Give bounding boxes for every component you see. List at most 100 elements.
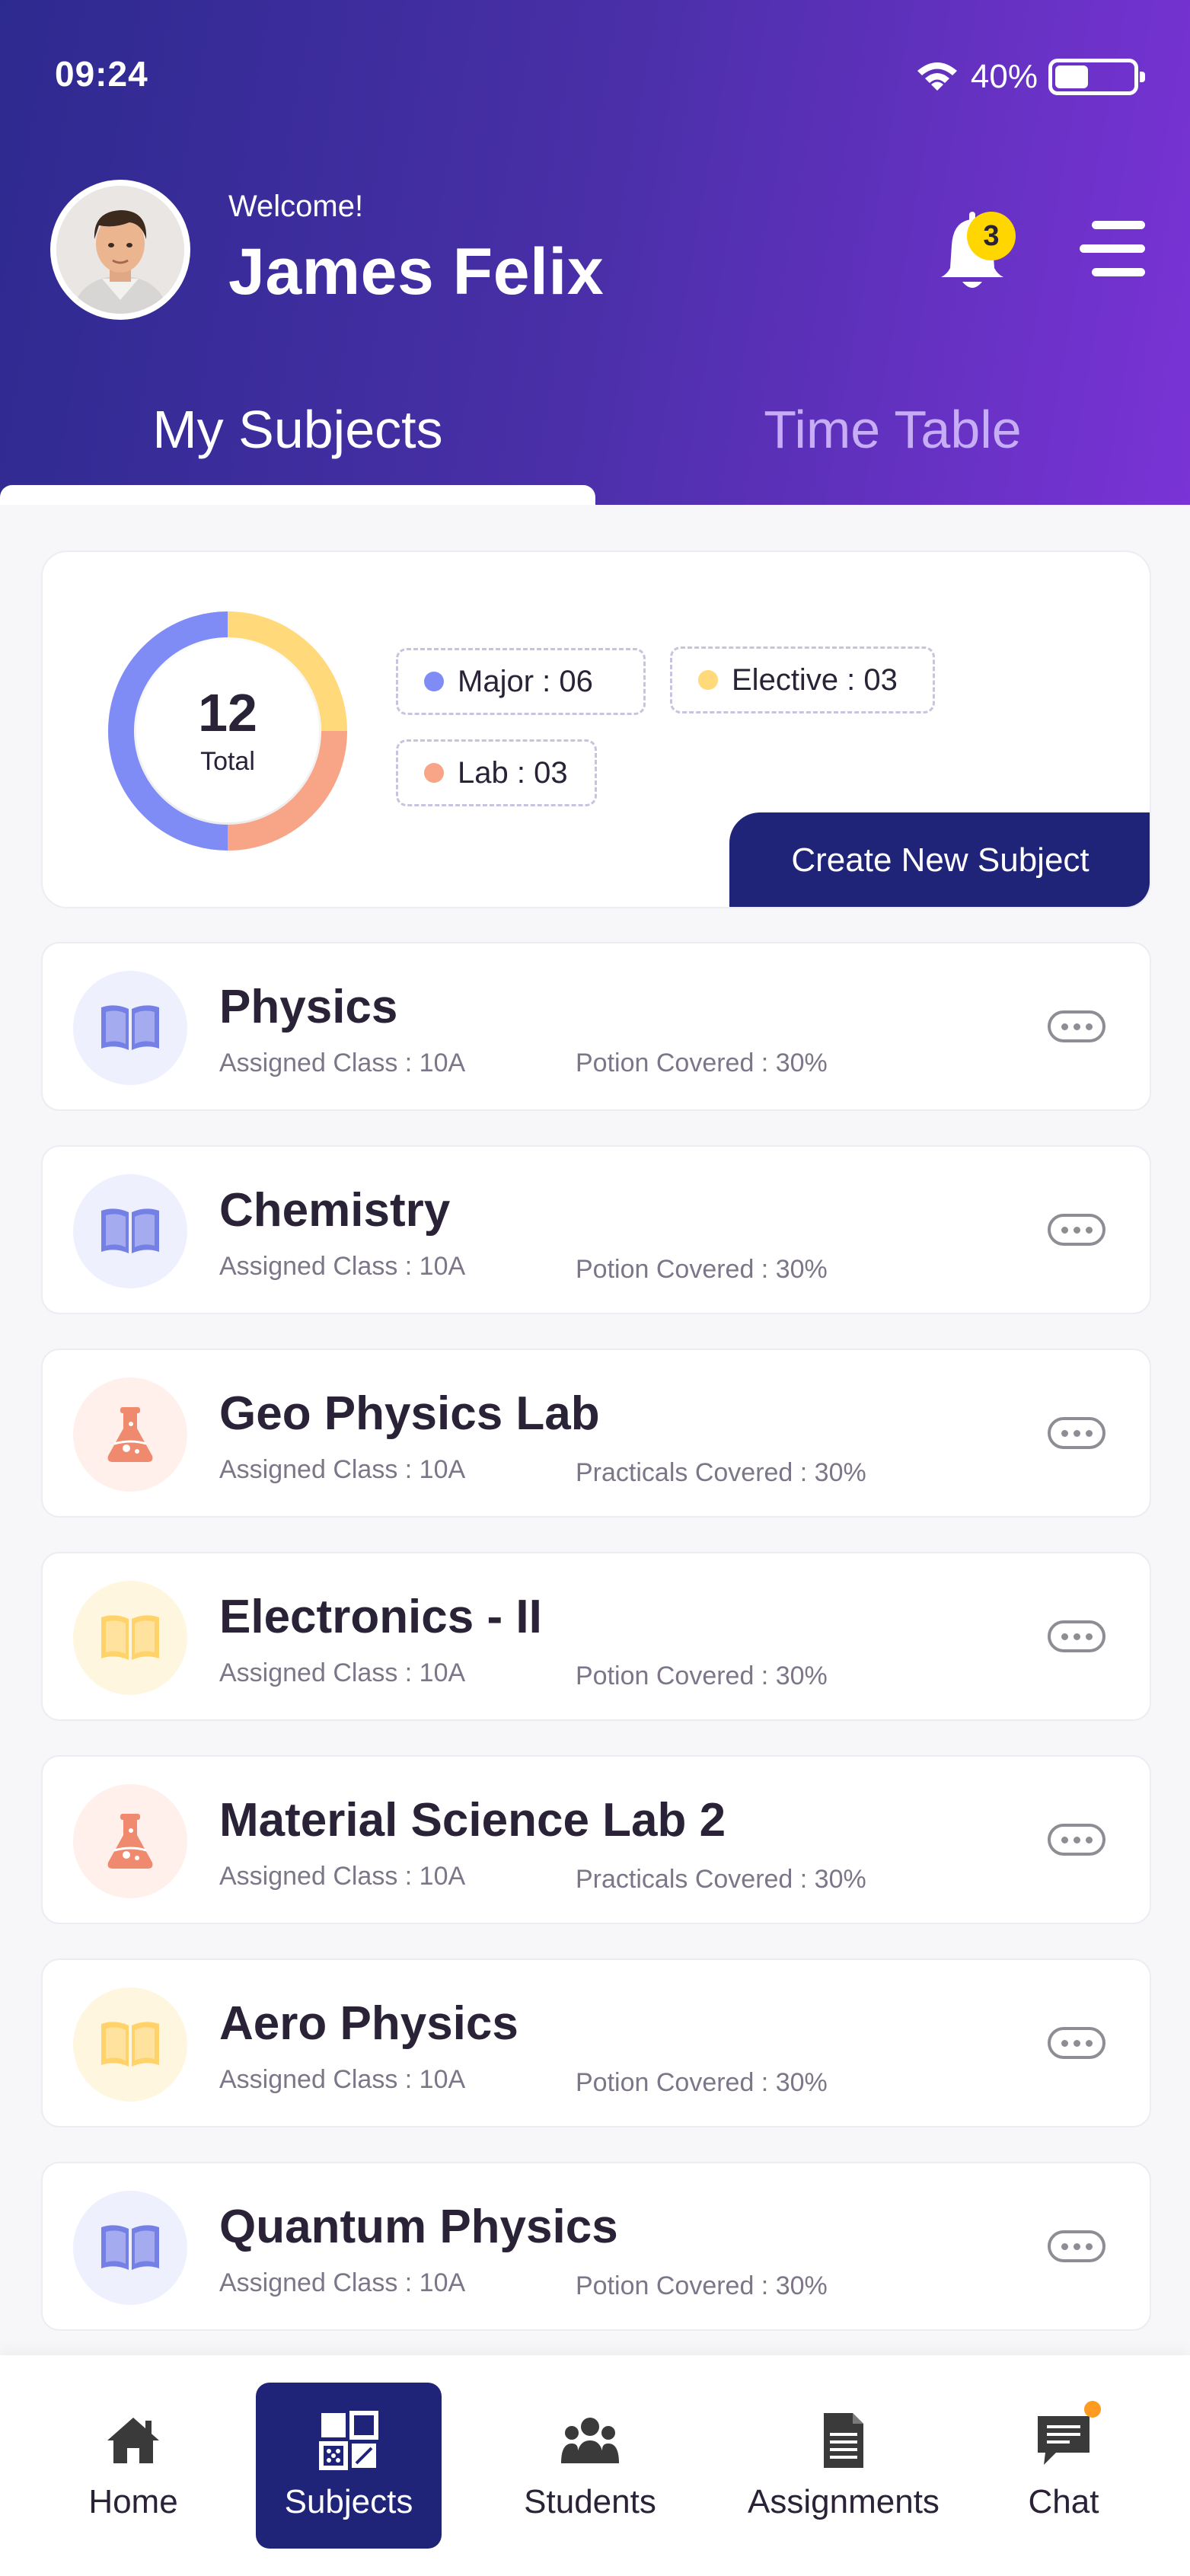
subject-card[interactable]: Material Science Lab 2 Assigned Class : … bbox=[41, 1755, 1151, 1924]
nav-students-label: Students bbox=[524, 2483, 656, 2520]
subjects-donut-chart: 12 Total bbox=[97, 601, 358, 861]
welcome-text: Welcome! bbox=[228, 190, 364, 223]
subject-assigned-class: Assigned Class : 10A bbox=[219, 1252, 466, 1281]
chat-notification-dot bbox=[1084, 2401, 1101, 2418]
home-icon bbox=[107, 2418, 159, 2463]
avatar-portrait-icon bbox=[56, 186, 184, 314]
book-icon bbox=[101, 2225, 159, 2270]
subject-assigned-class: Assigned Class : 10A bbox=[219, 1455, 466, 1484]
legend-major: Major : 06 bbox=[396, 648, 646, 715]
nav-home-label: Home bbox=[88, 2483, 178, 2520]
subject-card[interactable]: Chemistry Assigned Class : 10A Potion Co… bbox=[41, 1145, 1151, 1314]
nav-assignments-label: Assignments bbox=[748, 2483, 940, 2520]
subject-card[interactable]: Aero Physics Assigned Class : 10A Potion… bbox=[41, 1958, 1151, 2128]
legend-lab: Lab : 03 bbox=[396, 739, 597, 806]
subject-progress: Potion Covered : 30% bbox=[576, 2271, 828, 2300]
subject-name: Aero Physics bbox=[219, 1997, 518, 2050]
subjects-icon bbox=[319, 2411, 378, 2470]
subjects-summary-card: 12 Total Major : 06 Elective : 03 Lab : … bbox=[41, 551, 1151, 908]
avatar[interactable] bbox=[50, 180, 190, 320]
battery-level bbox=[1055, 65, 1089, 88]
subject-icon-circle bbox=[73, 2191, 187, 2305]
subject-progress: Practicals Covered : 30% bbox=[576, 1865, 866, 1894]
subject-icon-circle bbox=[73, 1784, 187, 1898]
subject-assigned-class: Assigned Class : 10A bbox=[219, 2065, 466, 2094]
notification-badge: 3 bbox=[967, 212, 1016, 260]
donut-center: 12 Total bbox=[97, 601, 358, 861]
subject-icon-circle bbox=[73, 971, 187, 1085]
subject-progress: Potion Covered : 30% bbox=[576, 1049, 828, 1077]
subject-icon-circle bbox=[73, 1174, 187, 1288]
legend-elective-label: Elective : 03 bbox=[732, 662, 898, 697]
total-subjects-count: 12 bbox=[198, 682, 257, 742]
app-header: 09:24 40% Welcome! James Felix 3 My Subj… bbox=[0, 0, 1190, 505]
subject-progress: Practicals Covered : 30% bbox=[576, 1458, 866, 1487]
nav-chat[interactable]: Chat bbox=[990, 2383, 1137, 2549]
assignments-icon bbox=[824, 2413, 863, 2468]
greeting: Welcome! James Felix bbox=[228, 190, 604, 310]
active-tab-indicator bbox=[0, 485, 595, 505]
subject-icon-circle bbox=[73, 1987, 187, 2102]
flask-icon bbox=[107, 1407, 153, 1462]
legend-elective-dot bbox=[698, 670, 718, 690]
subject-card[interactable]: Physics Assigned Class : 10A Potion Cove… bbox=[41, 942, 1151, 1111]
book-icon bbox=[101, 1005, 159, 1050]
tab-time-table[interactable]: Time Table bbox=[595, 381, 1190, 505]
profile-block: Welcome! James Felix bbox=[50, 180, 604, 320]
subject-name: Chemistry bbox=[219, 1184, 451, 1237]
status-time: 09:24 bbox=[55, 54, 148, 94]
more-options-icon[interactable] bbox=[1048, 2027, 1105, 2059]
nav-students[interactable]: Students bbox=[495, 2383, 685, 2549]
tab-bar: My Subjects Time Table bbox=[0, 381, 1190, 505]
subject-progress: Potion Covered : 30% bbox=[576, 1661, 828, 1690]
nav-subjects[interactable]: Subjects bbox=[256, 2383, 442, 2549]
wifi-icon bbox=[917, 62, 957, 91]
more-options-icon[interactable] bbox=[1048, 2230, 1105, 2262]
status-bar: 09:24 40% bbox=[0, 0, 1190, 152]
subject-progress: Potion Covered : 30% bbox=[576, 1255, 828, 1284]
subject-card[interactable]: Electronics - II Assigned Class : 10A Po… bbox=[41, 1552, 1151, 1721]
nav-chat-label: Chat bbox=[1028, 2483, 1099, 2520]
battery-percent: 40% bbox=[970, 58, 1038, 95]
status-icons: 40% bbox=[914, 58, 1145, 96]
subject-icon-circle bbox=[73, 1377, 187, 1492]
legend-major-dot bbox=[424, 672, 444, 691]
more-options-icon[interactable] bbox=[1048, 1010, 1105, 1042]
subject-name: Electronics - II bbox=[219, 1591, 542, 1643]
chat-icon bbox=[1038, 2416, 1090, 2465]
legend-lab-dot bbox=[424, 763, 444, 783]
legend-major-label: Major : 06 bbox=[458, 664, 593, 698]
students-icon bbox=[561, 2418, 619, 2463]
subject-name: Geo Physics Lab bbox=[219, 1387, 600, 1440]
legend-elective: Elective : 03 bbox=[670, 646, 935, 713]
flask-icon bbox=[107, 1814, 153, 1869]
subject-assigned-class: Assigned Class : 10A bbox=[219, 1862, 466, 1891]
book-icon bbox=[101, 1208, 159, 1253]
subject-progress: Potion Covered : 30% bbox=[576, 2068, 828, 2097]
nav-subjects-label: Subjects bbox=[284, 2483, 413, 2520]
book-icon bbox=[101, 2022, 159, 2067]
nav-assignments[interactable]: Assignments bbox=[731, 2383, 956, 2549]
battery-icon bbox=[1048, 59, 1145, 95]
subject-assigned-class: Assigned Class : 10A bbox=[219, 1658, 466, 1687]
subject-card[interactable]: Quantum Physics Assigned Class : 10A Pot… bbox=[41, 2162, 1151, 2331]
subject-assigned-class: Assigned Class : 10A bbox=[219, 2268, 466, 2297]
user-name: James Felix bbox=[228, 235, 605, 308]
create-new-subject-button[interactable]: Create New Subject bbox=[729, 812, 1150, 907]
book-icon bbox=[101, 1615, 159, 1660]
more-options-icon[interactable] bbox=[1048, 1417, 1105, 1449]
legend-lab-label: Lab : 03 bbox=[458, 755, 568, 790]
subject-card[interactable]: Geo Physics Lab Assigned Class : 10A Pra… bbox=[41, 1349, 1151, 1518]
subject-name: Quantum Physics bbox=[219, 2201, 618, 2253]
nav-home[interactable]: Home bbox=[46, 2383, 221, 2549]
subject-assigned-class: Assigned Class : 10A bbox=[219, 1049, 466, 1077]
subject-name: Material Science Lab 2 bbox=[219, 1794, 726, 1847]
subject-name: Physics bbox=[219, 981, 398, 1033]
more-options-icon[interactable] bbox=[1048, 1620, 1105, 1652]
more-options-icon[interactable] bbox=[1048, 1214, 1105, 1246]
subject-icon-circle bbox=[73, 1581, 187, 1695]
hamburger-menu-icon[interactable] bbox=[1080, 221, 1145, 277]
bottom-navigation: Home Subjects Students Assignments Chat bbox=[0, 2355, 1190, 2576]
total-label: Total bbox=[200, 746, 255, 776]
more-options-icon[interactable] bbox=[1048, 1824, 1105, 1856]
